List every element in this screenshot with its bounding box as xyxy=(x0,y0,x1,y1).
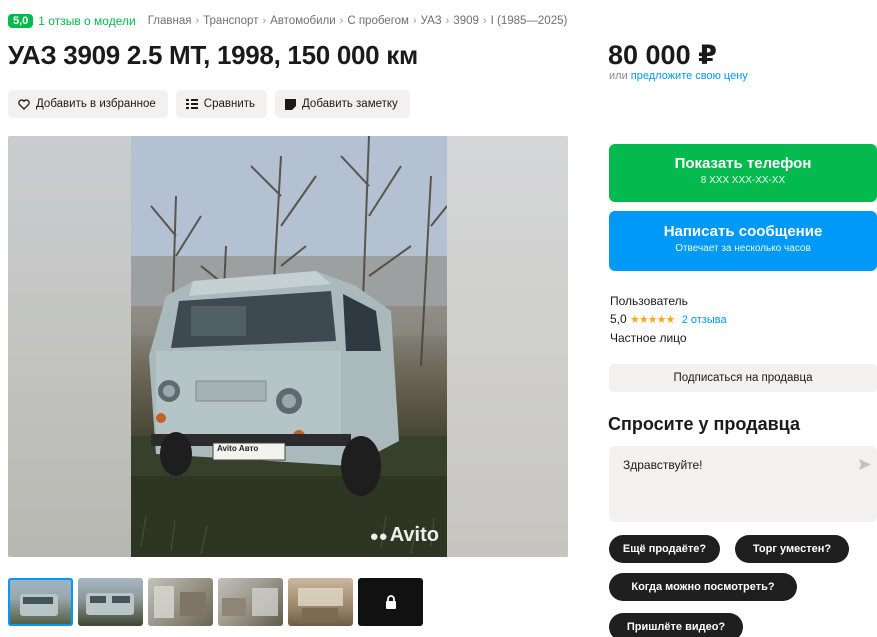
breadcrumb-separator: › xyxy=(445,15,450,27)
breadcrumb-separator: › xyxy=(412,15,417,27)
model-reviews-link[interactable]: 1 отзыв о модели xyxy=(38,14,135,28)
write-message-button[interactable]: Написать сообщение Отвечает за несколько… xyxy=(609,211,877,271)
ask-seller-title: Спросите у продавца xyxy=(608,414,800,434)
message-input[interactable]: Здравствуйте! xyxy=(609,446,877,522)
compare-label: Сравнить xyxy=(203,98,256,110)
seller-name[interactable]: Пользователь xyxy=(610,292,727,310)
thumbnail-3[interactable] xyxy=(148,578,213,626)
add-favorite-button[interactable]: Добавить в избранное xyxy=(8,90,168,118)
quick-question-chip[interactable]: Ещё продаёте? xyxy=(609,535,720,563)
price-or-text: или xyxy=(609,70,628,82)
breadcrumb-separator: › xyxy=(262,15,267,27)
breadcrumb-bar: 5,0 1 отзыв о модели Главная › Транспорт… xyxy=(8,12,567,30)
avito-logo-icon: ●● xyxy=(369,528,388,545)
phone-masked: 8 XXX XXX-XX-XX xyxy=(700,175,786,186)
breadcrumb-generation[interactable]: I (1985—2025) xyxy=(491,15,568,27)
photo-thumbnails xyxy=(8,578,423,626)
listing-price: 80 000 ₽ xyxy=(608,40,717,70)
write-message-label: Написать сообщение xyxy=(663,223,823,240)
send-icon[interactable] xyxy=(859,459,871,473)
show-phone-button[interactable]: Показать телефон 8 XXX XXX-XX-XX xyxy=(609,144,877,202)
thumbnail-photo xyxy=(20,594,58,616)
seller-rating-line: 5,0 ★★★★★ 2 отзыва xyxy=(610,310,727,329)
seller-info: Пользователь 5,0 ★★★★★ 2 отзыва Частное … xyxy=(610,292,727,347)
thumbnail-4[interactable] xyxy=(218,578,283,626)
subscribe-seller-button[interactable]: Подписаться на продавца xyxy=(609,364,877,392)
add-favorite-label: Добавить в избранное xyxy=(36,98,156,110)
breadcrumb-transport[interactable]: Транспорт xyxy=(203,15,258,27)
listing-title: УАЗ 3909 2.5 MT, 1998, 150 000 км xyxy=(8,40,418,70)
thumbnail-photo xyxy=(222,588,278,616)
avito-watermark: ●● Avito xyxy=(370,524,439,547)
response-time: Отвечает за несколько часов xyxy=(675,243,811,254)
listing-actions: Добавить в избранное Сравнить Добавить з… xyxy=(8,90,410,118)
star-rating-icon: ★★★★★ xyxy=(630,314,675,326)
price-offer-line: или предложите свою цену xyxy=(609,70,748,82)
add-note-button[interactable]: Добавить заметку xyxy=(275,90,410,118)
compare-icon xyxy=(185,99,198,109)
quick-question-chip[interactable]: Когда можно посмотреть? xyxy=(609,573,797,601)
gallery-blur-left xyxy=(8,136,131,557)
thumbnail-1[interactable] xyxy=(8,578,73,626)
compare-button[interactable]: Сравнить xyxy=(175,90,268,118)
breadcrumb-used[interactable]: С пробегом xyxy=(347,15,409,27)
breadcrumb-model[interactable]: 3909 xyxy=(453,15,479,27)
breadcrumb-brand[interactable]: УАЗ xyxy=(421,15,442,27)
photo-gallery[interactable]: Avito Авто ●● Avito xyxy=(8,136,568,557)
thumbnail-2[interactable] xyxy=(78,578,143,626)
car-photo-illustration xyxy=(131,136,447,557)
quick-question-chip[interactable]: Пришлёте видео? xyxy=(609,613,743,637)
avito-auto-plate-badge: Avito Авто xyxy=(217,444,259,453)
breadcrumb-cars[interactable]: Автомобили xyxy=(270,15,336,27)
seller-type: Частное лицо xyxy=(610,331,687,345)
message-input-text: Здравствуйте! xyxy=(623,458,703,472)
breadcrumb-separator: › xyxy=(195,15,200,27)
thumbnail-5[interactable] xyxy=(288,578,353,626)
note-icon xyxy=(285,98,297,110)
main-car-photo[interactable]: Avito Авто ●● Avito xyxy=(131,136,447,557)
heart-icon xyxy=(18,98,30,110)
thumbnail-photo xyxy=(86,593,134,615)
seller-rating: 5,0 xyxy=(610,312,627,326)
model-rating-badge: 5,0 xyxy=(8,14,34,28)
seller-reviews-link[interactable]: 2 отзыва xyxy=(682,314,727,326)
quick-question-chip[interactable]: Торг уместен? xyxy=(735,535,849,563)
add-note-label: Добавить заметку xyxy=(302,98,398,110)
breadcrumb-separator: › xyxy=(482,15,487,27)
avito-watermark-text: Avito xyxy=(389,524,439,546)
thumbnail-photo xyxy=(154,586,206,618)
thumbnail-photo xyxy=(298,588,343,620)
thumbnail-locked[interactable] xyxy=(358,578,423,626)
gallery-blur-right xyxy=(447,136,568,557)
show-phone-label: Показать телефон xyxy=(674,155,812,172)
breadcrumb-separator: › xyxy=(339,15,344,27)
price-offer-link[interactable]: предложите свою цену xyxy=(631,70,748,82)
lock-icon xyxy=(385,595,396,609)
breadcrumb-home[interactable]: Главная xyxy=(148,15,192,27)
